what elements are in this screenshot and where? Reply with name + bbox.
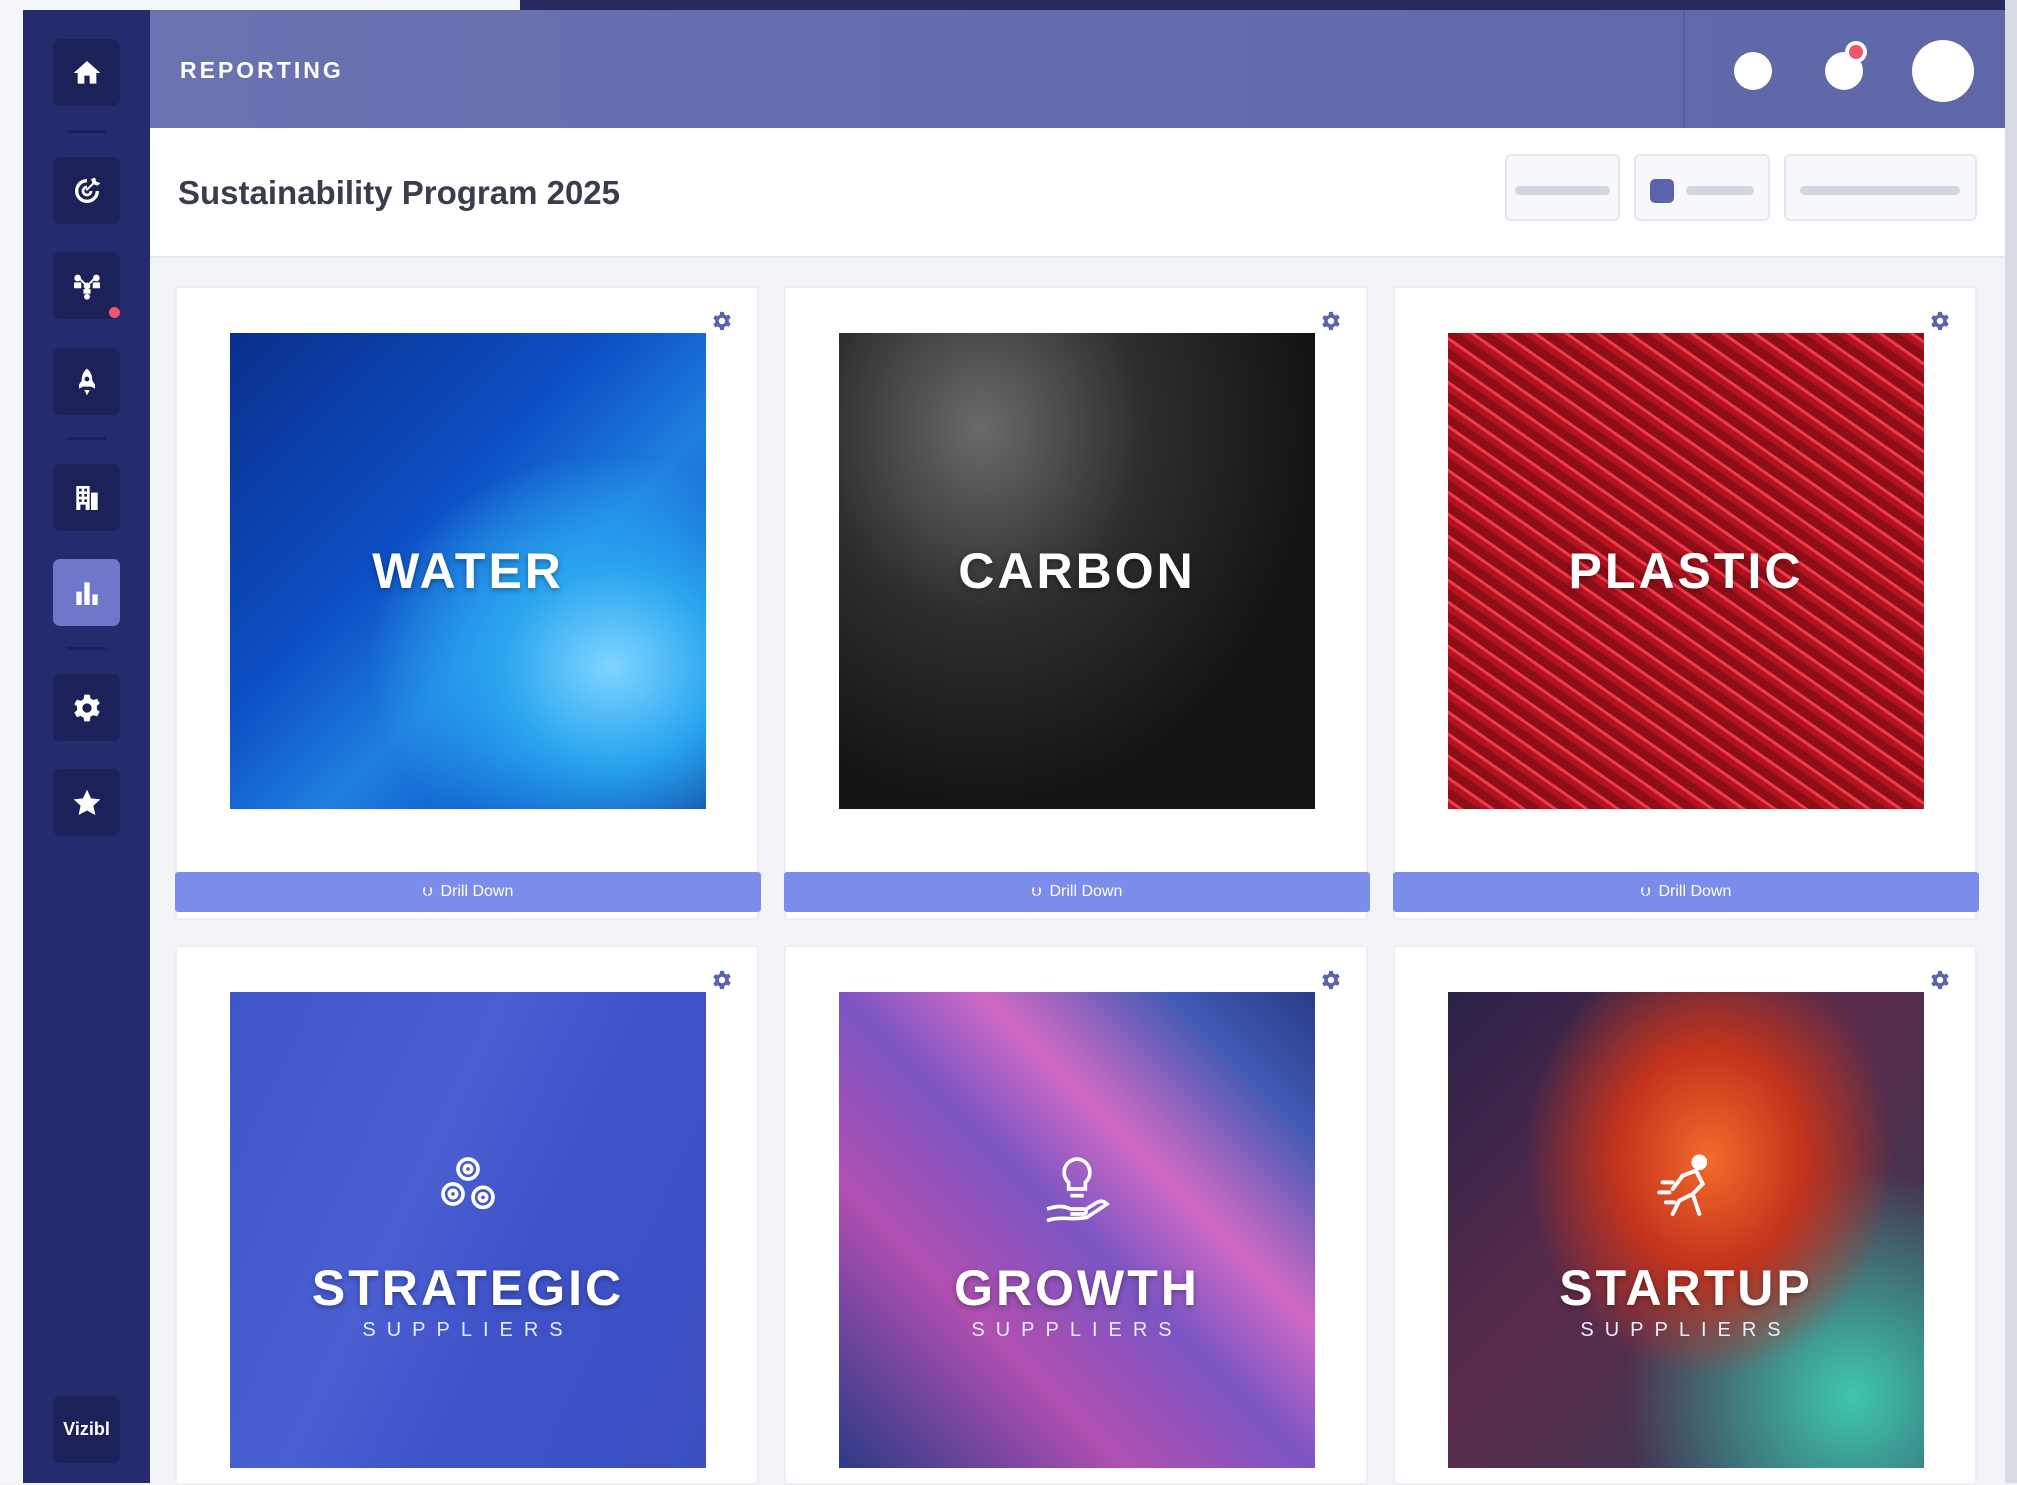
color-swatch xyxy=(1650,179,1674,203)
drill-down-label: Drill Down xyxy=(1049,883,1123,900)
card-image[interactable]: WATER xyxy=(230,333,706,809)
drill-down-button[interactable]: ⮋ Drill Down xyxy=(175,872,761,912)
bar-chart-icon xyxy=(75,581,98,605)
outer-background-right xyxy=(2005,0,2017,1483)
sidebar-item-innovation[interactable] xyxy=(53,348,120,415)
sidebar-item-favourites[interactable] xyxy=(53,769,120,836)
page-title: Sustainability Program 2025 xyxy=(178,174,621,211)
card-water[interactable]: WATER ⮋ Drill Down xyxy=(175,286,761,920)
gear-icon[interactable] xyxy=(1320,310,1342,332)
building-icon xyxy=(75,485,98,510)
sidebar-item-settings[interactable] xyxy=(53,674,120,741)
avatar[interactable] xyxy=(1912,40,1974,102)
sidebar-item-home[interactable] xyxy=(53,39,120,106)
filter-button[interactable] xyxy=(1505,154,1620,221)
card-title: CARBON xyxy=(958,543,1196,599)
card-carbon[interactable]: CARBON ⮋ Drill Down xyxy=(784,286,1370,920)
home-icon xyxy=(73,60,100,84)
gear-icon[interactable] xyxy=(1320,969,1342,991)
card-strategic-suppliers[interactable]: STRATEGIC SUPPLIERS xyxy=(175,945,759,1485)
card-growth-suppliers[interactable]: GROWTH SUPPLIERS xyxy=(784,945,1368,1485)
card-title: GROWTH xyxy=(954,1259,1200,1316)
date-range-button[interactable] xyxy=(1784,154,1977,221)
view-toggle-button[interactable] xyxy=(1634,154,1770,221)
sidebar: Vizibl xyxy=(23,10,150,1483)
placeholder-bar xyxy=(1686,186,1754,195)
sidebar-notification-dot xyxy=(109,307,120,318)
outer-background-top xyxy=(0,0,2017,10)
sidebar-separator xyxy=(67,437,106,440)
sidebar-item-targets[interactable] xyxy=(53,157,120,224)
section-title: REPORTING xyxy=(180,57,344,83)
gear-icon xyxy=(73,694,100,721)
double-chevron-down-icon: ⮋ xyxy=(1031,884,1042,899)
lightbulb-hand-icon xyxy=(1046,1156,1110,1222)
card-subtitle: SUPPLIERS xyxy=(971,1318,1183,1341)
card-startup-suppliers[interactable]: STARTUP SUPPLIERS xyxy=(1393,945,1977,1485)
card-plastic[interactable]: PLASTIC ⮋ Drill Down xyxy=(1393,286,1979,920)
outer-background xyxy=(0,0,23,1483)
gears-icon xyxy=(441,1156,495,1209)
brand-logo[interactable]: Vizibl xyxy=(53,1396,120,1463)
network-icon xyxy=(73,274,100,300)
gear-icon[interactable] xyxy=(711,310,733,332)
gear-icon[interactable] xyxy=(1929,310,1951,332)
running-person-icon xyxy=(1657,1154,1708,1216)
help-button[interactable] xyxy=(1734,52,1772,90)
card-subtitle: SUPPLIERS xyxy=(362,1318,574,1341)
top-bar: REPORTING xyxy=(150,10,2005,128)
sidebar-separator xyxy=(67,647,106,650)
card-image[interactable]: GROWTH SUPPLIERS xyxy=(839,992,1315,1468)
card-image[interactable]: PLASTIC xyxy=(1448,333,1924,809)
drill-down-label: Drill Down xyxy=(1658,883,1732,900)
topbar-divider xyxy=(1683,10,1685,128)
placeholder-bar xyxy=(1800,186,1960,195)
rocket-icon xyxy=(78,368,95,395)
drill-down-label: Drill Down xyxy=(440,883,514,900)
card-image[interactable]: STARTUP SUPPLIERS xyxy=(1448,992,1924,1468)
page-header: Sustainability Program 2025 xyxy=(150,128,2005,258)
drill-down-button[interactable]: ⮋ Drill Down xyxy=(1393,872,1979,912)
notification-badge xyxy=(1845,41,1867,63)
drill-down-button[interactable]: ⮋ Drill Down xyxy=(784,872,1370,912)
star-icon xyxy=(73,789,100,815)
card-image[interactable]: STRATEGIC SUPPLIERS xyxy=(230,992,706,1468)
sidebar-item-reporting[interactable] xyxy=(53,559,120,626)
double-chevron-down-icon: ⮋ xyxy=(422,884,433,899)
sidebar-separator xyxy=(67,130,106,133)
card-subtitle: SUPPLIERS xyxy=(1580,1318,1792,1341)
gear-icon[interactable] xyxy=(711,969,733,991)
placeholder-bar xyxy=(1515,186,1610,195)
gear-icon[interactable] xyxy=(1929,969,1951,991)
sidebar-item-companies[interactable] xyxy=(53,464,120,531)
card-title: WATER xyxy=(372,543,564,599)
card-image[interactable]: CARBON xyxy=(839,333,1315,809)
card-title: STRATEGIC xyxy=(311,1259,625,1316)
card-title: PLASTIC xyxy=(1568,543,1804,599)
double-chevron-down-icon: ⮋ xyxy=(1640,884,1651,899)
card-title: STARTUP xyxy=(1559,1259,1813,1316)
target-icon xyxy=(74,177,100,203)
